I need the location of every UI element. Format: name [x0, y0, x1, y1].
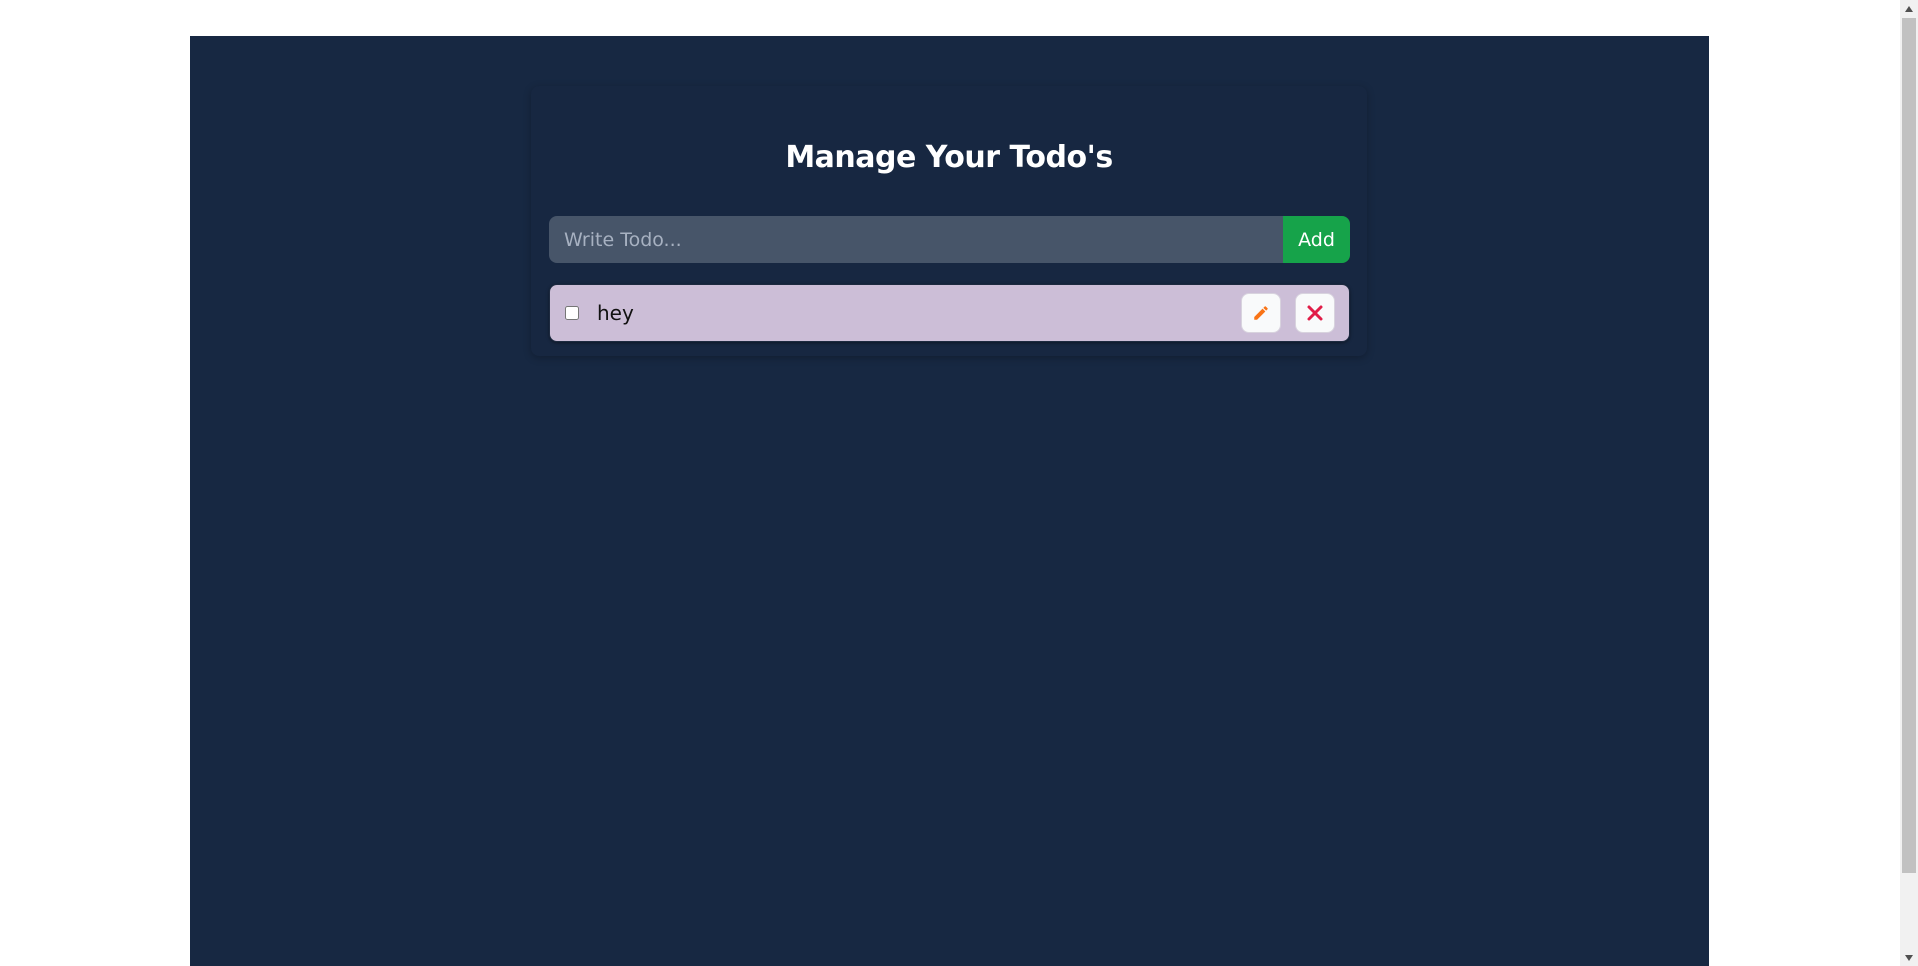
- delete-todo-button[interactable]: [1295, 293, 1335, 333]
- edit-todo-button[interactable]: [1241, 293, 1281, 333]
- todo-input[interactable]: [549, 216, 1283, 263]
- todo-complete-checkbox[interactable]: [565, 306, 579, 320]
- add-button[interactable]: Add: [1283, 216, 1350, 263]
- app-container: Manage Your Todo's Add hey: [190, 36, 1709, 966]
- pencil-icon: [1254, 306, 1268, 320]
- scroll-up-arrow-icon[interactable]: [1900, 0, 1918, 17]
- todo-form: Add: [549, 216, 1350, 263]
- scrollbar-thumb[interactable]: [1902, 18, 1916, 873]
- scroll-down-arrow-icon[interactable]: [1900, 949, 1918, 966]
- browser-viewport: Manage Your Todo's Add hey: [0, 0, 1918, 966]
- todo-text: hey: [597, 301, 634, 325]
- todo-item: hey: [549, 284, 1350, 342]
- todo-card: Manage Your Todo's Add hey: [531, 86, 1367, 356]
- close-icon: [1307, 305, 1323, 321]
- vertical-scrollbar[interactable]: [1900, 0, 1918, 966]
- page-title: Manage Your Todo's: [785, 140, 1113, 175]
